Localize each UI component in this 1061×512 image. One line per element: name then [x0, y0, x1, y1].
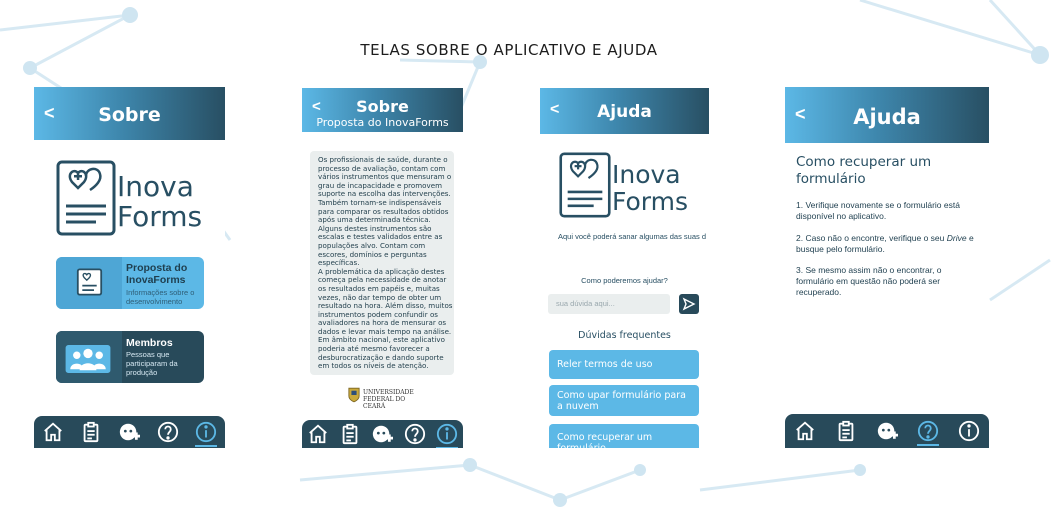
- proposta-card[interactable]: Proposta do InovaForms Informações sobre…: [56, 257, 204, 309]
- search-placeholder: sua dúvida aqui...: [556, 299, 615, 308]
- help-step-2: 2. Caso não o encontre, verifique o seu …: [796, 233, 976, 255]
- faq-item-terms[interactable]: Reler termos de uso: [549, 350, 699, 379]
- people-icon: [65, 345, 111, 373]
- info-icon[interactable]: [435, 422, 459, 448]
- card-subtitle: Pessoas que participaram da produção: [126, 350, 178, 377]
- header-title: Ajuda: [853, 105, 921, 129]
- help-step-3: 3. Se mesmo assim não o encontrar, o for…: [796, 265, 942, 297]
- help-icon[interactable]: [916, 419, 940, 446]
- profile-add-icon[interactable]: [370, 422, 394, 446]
- logo-text-inova: Inova: [612, 160, 681, 189]
- proposta-text-line: em todos os níveis de atenção.: [318, 361, 429, 371]
- form-heart-icon: [559, 152, 611, 218]
- help-step-1: 1. Verifique novamente se o formulário e…: [796, 200, 960, 221]
- card-subtitle: Informações sobre o desenvolvimento: [126, 288, 195, 306]
- header: < Ajuda: [540, 88, 709, 134]
- screen-sobre-proposta: < Sobre Proposta do InovaForms Os profis…: [302, 88, 463, 448]
- header-subtitle: Proposta do InovaForms: [316, 116, 449, 129]
- proposta-text-panel: Os profissionais de saúde, durante o proc…: [310, 151, 454, 375]
- page-title: TELAS SOBRE O APLICATIVO E AJUDA: [360, 41, 658, 59]
- university-crest-icon: [348, 387, 360, 403]
- home-icon[interactable]: [793, 419, 817, 443]
- faq-item-recover[interactable]: Como recuperar um formulário: [549, 424, 699, 448]
- screen-ajuda-recuperar: < Ajuda Como recuperar um formulário 1. …: [785, 87, 989, 448]
- clipboard-icon[interactable]: [79, 420, 103, 444]
- logo-text-forms: Forms: [612, 187, 689, 216]
- home-icon[interactable]: [306, 422, 330, 446]
- info-icon[interactable]: [194, 420, 218, 447]
- university-logo: UNIVERSIDADE FEDERAL DO CEARÁ: [348, 386, 428, 410]
- faq-title: Dúvidas frequentes: [578, 330, 671, 341]
- clipboard-icon[interactable]: [834, 419, 858, 443]
- screen-ajuda: < Ajuda Inova Forms Aqui você poderá san…: [540, 88, 709, 448]
- faq-item-upload[interactable]: Como upar formulário para a nuvem: [549, 385, 699, 416]
- help-question-label: Como poderemos ajudar?: [581, 276, 668, 285]
- form-heart-icon: [56, 160, 116, 236]
- university-name-line2: FEDERAL DO CEARÁ: [363, 396, 406, 410]
- card-title: Membros: [126, 337, 173, 349]
- membros-card[interactable]: Membros Pessoas que participaram da prod…: [56, 331, 204, 383]
- profile-add-icon[interactable]: [117, 420, 141, 444]
- help-icon[interactable]: [156, 420, 180, 444]
- bottom-nav: [34, 416, 225, 448]
- header: < Sobre Proposta do InovaForms: [302, 88, 463, 132]
- logo-text-forms: Forms: [117, 200, 203, 233]
- home-icon[interactable]: [41, 420, 65, 444]
- form-heart-icon: [76, 268, 103, 296]
- clipboard-icon[interactable]: [338, 422, 362, 446]
- header-title: Ajuda: [597, 102, 652, 122]
- profile-add-icon[interactable]: [875, 419, 899, 443]
- tagline: Aqui você poderá sanar algumas das suas …: [558, 232, 707, 241]
- inovaforms-logo: Inova Forms: [559, 152, 699, 218]
- header: < Ajuda: [785, 87, 989, 143]
- screen-sobre: < Sobre Inova Forms Proposta do InovaFor…: [34, 87, 225, 448]
- proposta-text: Os profissionais de saúde, durante o proc…: [318, 155, 452, 371]
- header-title: Sobre: [98, 104, 161, 126]
- help-heading: Como recuperar um formulário: [796, 154, 932, 187]
- help-step-2-drive: Drive: [946, 233, 967, 243]
- header-title: Sobre: [356, 97, 409, 116]
- help-step-2-text: 2. Caso não o encontre, verifique o seu: [796, 233, 947, 243]
- search-input[interactable]: sua dúvida aqui...: [548, 294, 670, 314]
- bottom-nav: [785, 414, 989, 448]
- bottom-nav: [302, 420, 463, 448]
- send-icon: [682, 297, 696, 311]
- university-name-line1: UNIVERSIDADE: [363, 389, 414, 396]
- card-title: Proposta do InovaForms: [126, 262, 188, 286]
- header: < Sobre: [34, 87, 225, 140]
- inovaforms-logo: Inova Forms: [56, 160, 206, 238]
- send-button[interactable]: [679, 294, 699, 314]
- help-icon[interactable]: [403, 422, 427, 446]
- logo-text-inova: Inova: [117, 170, 194, 203]
- info-icon[interactable]: [957, 419, 981, 443]
